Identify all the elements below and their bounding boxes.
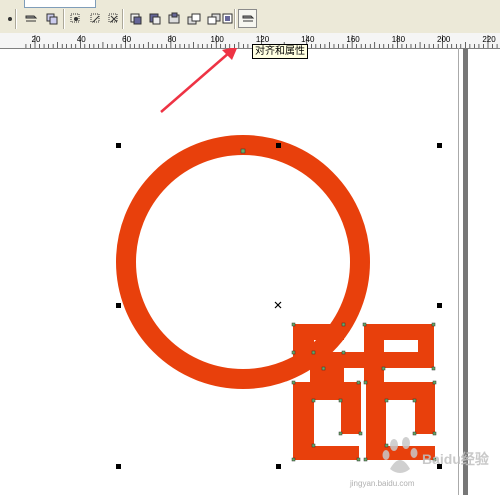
ruler-label: 120: [256, 35, 270, 44]
ring-shape[interactable]: [116, 135, 370, 389]
svg-text:Baidu经验: Baidu经验: [422, 451, 490, 467]
ruler-label: 20: [32, 35, 41, 44]
ruler-label: 200: [437, 35, 451, 44]
front-minus-back-icon[interactable]: [126, 9, 145, 28]
ruler-label: 60: [122, 35, 131, 44]
to-front-icon[interactable]: [184, 9, 203, 28]
watermark-url: jingyan.baidu.com: [350, 479, 415, 488]
toolbar-separator: [234, 9, 236, 29]
back-minus-front-icon[interactable]: [145, 9, 164, 28]
annotation-arrow: [160, 48, 238, 113]
create-boundary-icon[interactable]: [164, 9, 183, 28]
ruler-label: 140: [301, 35, 315, 44]
intersect-icon[interactable]: [86, 9, 105, 28]
ruler-label: 80: [167, 35, 176, 44]
ruler-label: 220: [482, 35, 496, 44]
trim-icon[interactable]: [66, 9, 85, 28]
tooltip-align-and-properties: 对齐和属性: [252, 44, 308, 59]
toolbar-separator: [122, 9, 124, 29]
selection-center-mark: [274, 301, 282, 309]
ruler-label: 100: [211, 35, 225, 44]
ring-node: [240, 148, 246, 154]
property-toolbar: [0, 0, 500, 34]
align-and-distribute-icon[interactable]: [238, 9, 257, 28]
ruler-label: 180: [392, 35, 406, 44]
simplify-icon[interactable]: [104, 9, 123, 28]
toolbar-separator: [63, 9, 65, 29]
ruler-label: 40: [77, 35, 86, 44]
ruler-label: 160: [346, 35, 360, 44]
align-to-object-icon[interactable]: [21, 9, 40, 28]
toolbar-separator: [15, 9, 17, 29]
weld-icon[interactable]: [42, 9, 61, 28]
toolbar-input-field[interactable]: [24, 0, 96, 8]
horizontal-ruler[interactable]: 20 40 60 80 100 120 140 160 180 200 220: [0, 33, 500, 49]
drawing-canvas[interactable]: [0, 48, 500, 495]
baidu-jingyan-logo: Baidu经验: [382, 437, 490, 473]
